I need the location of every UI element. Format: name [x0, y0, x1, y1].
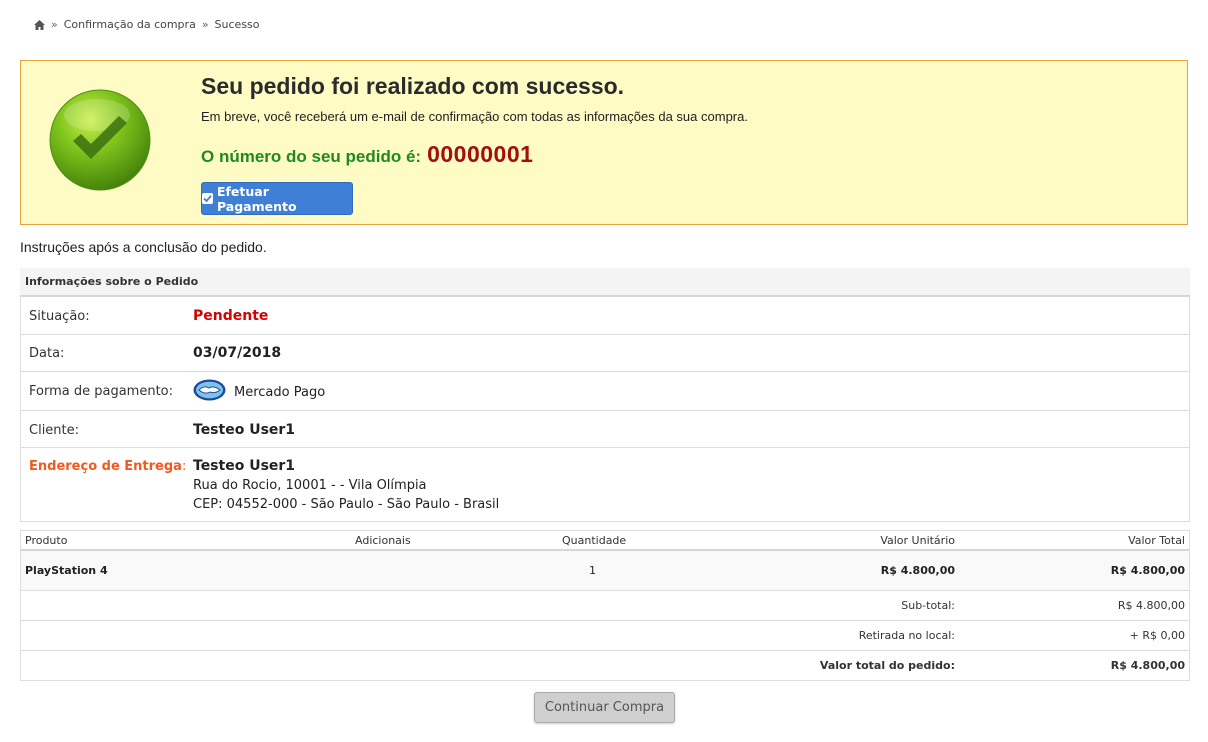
products-table-header: Produto Adicionais Quantidade Valor Unit…	[21, 531, 1189, 551]
date-value: 03/07/2018	[193, 345, 282, 361]
col-quantity: Quantidade	[562, 534, 627, 547]
checkbox-icon	[202, 193, 213, 204]
mercado-pago-icon	[193, 379, 226, 405]
grand-total-value: R$ 4.800,00	[1110, 659, 1185, 672]
date-label: Data:	[29, 346, 65, 361]
col-product: Produto	[25, 534, 68, 547]
order-number: 00000001	[427, 141, 534, 167]
pay-button[interactable]: Efetuar Pagamento	[201, 182, 353, 215]
payment-value: Mercado Pago	[234, 384, 326, 400]
subtotal-row: Sub-total: R$ 4.800,00	[21, 591, 1189, 621]
success-panel: Seu pedido foi realizado com sucesso. Em…	[20, 60, 1188, 225]
table-row: PlayStation 4 1 R$ 4.800,00 R$ 4.800,00	[21, 551, 1189, 591]
breadcrumb-item-confirmation[interactable]: Confirmação da compra	[64, 18, 196, 31]
grand-total-label: Valor total do pedido:	[819, 659, 955, 672]
address-name: Testeo User1	[193, 458, 296, 474]
order-info-header: Informações sobre o Pedido	[20, 268, 1190, 297]
product-total: R$ 4.800,00	[1110, 564, 1185, 577]
home-icon[interactable]	[34, 19, 45, 30]
order-info-table: Situação: Pendente Data: 03/07/2018 Form…	[20, 297, 1190, 522]
address-label: Endereço de Entrega	[29, 459, 182, 474]
pay-button-label: Efetuar Pagamento	[216, 183, 297, 214]
info-row-status: Situação: Pendente	[21, 297, 1189, 335]
product-name: PlayStation 4	[25, 564, 108, 577]
shipping-value: + R$ 0,00	[1129, 629, 1185, 642]
status-value: Pendente	[193, 308, 269, 324]
products-table: Produto Adicionais Quantidade Valor Unit…	[20, 530, 1190, 681]
breadcrumb-separator: »	[201, 18, 209, 31]
col-total: Valor Total	[1128, 534, 1185, 547]
col-unit-price: Valor Unitário	[880, 534, 955, 547]
status-label: Situação:	[29, 309, 90, 324]
product-quantity: 1	[589, 564, 596, 577]
info-row-address: Endereço de Entrega: Testeo User1 Rua do…	[21, 448, 1189, 521]
address-line-1: Rua do Rocio, 10001 - - Vila Olímpia	[193, 478, 427, 493]
subtotal-label: Sub-total:	[901, 599, 955, 612]
order-number-label: O número do seu pedido é:	[201, 147, 422, 166]
address-label-group: Endereço de Entrega:	[29, 459, 186, 474]
success-subtitle: Em breve, você receberá um e-mail de con…	[201, 109, 748, 124]
grand-total-row: Valor total do pedido: R$ 4.800,00	[21, 651, 1189, 681]
subtotal-value: R$ 4.800,00	[1117, 599, 1185, 612]
info-row-date: Data: 03/07/2018	[21, 335, 1189, 372]
col-extras: Adicionais	[355, 534, 411, 547]
instructions-text: Instruções após a conclusão do pedido.	[20, 239, 267, 255]
continue-shopping-button[interactable]: Continuar Compra	[534, 692, 675, 723]
info-row-client: Cliente: Testeo User1	[21, 411, 1189, 448]
breadcrumb-item-success: Sucesso	[214, 18, 260, 31]
payment-value-group: Mercado Pago	[193, 379, 325, 405]
shipping-label: Retirada no local:	[858, 629, 955, 642]
shipping-row: Retirada no local: + R$ 0,00	[21, 621, 1189, 651]
payment-label: Forma de pagamento:	[29, 384, 173, 399]
breadcrumb-separator: »	[51, 18, 58, 31]
success-title: Seu pedido foi realizado com sucesso.	[201, 73, 625, 99]
product-unit-price: R$ 4.800,00	[880, 564, 955, 577]
check-circle-icon	[49, 89, 151, 191]
breadcrumb: » Confirmação da compra » Sucesso	[34, 18, 260, 31]
client-label: Cliente:	[29, 423, 80, 438]
info-row-payment: Forma de pagamento: Mercado Pago	[21, 372, 1189, 411]
order-number-line: O número do seu pedido é: 00000001	[201, 141, 533, 168]
address-line-2: CEP: 04552-000 - São Paulo - São Paulo -…	[193, 497, 500, 512]
client-value: Testeo User1	[193, 422, 296, 438]
address-label-colon: :	[181, 459, 187, 474]
